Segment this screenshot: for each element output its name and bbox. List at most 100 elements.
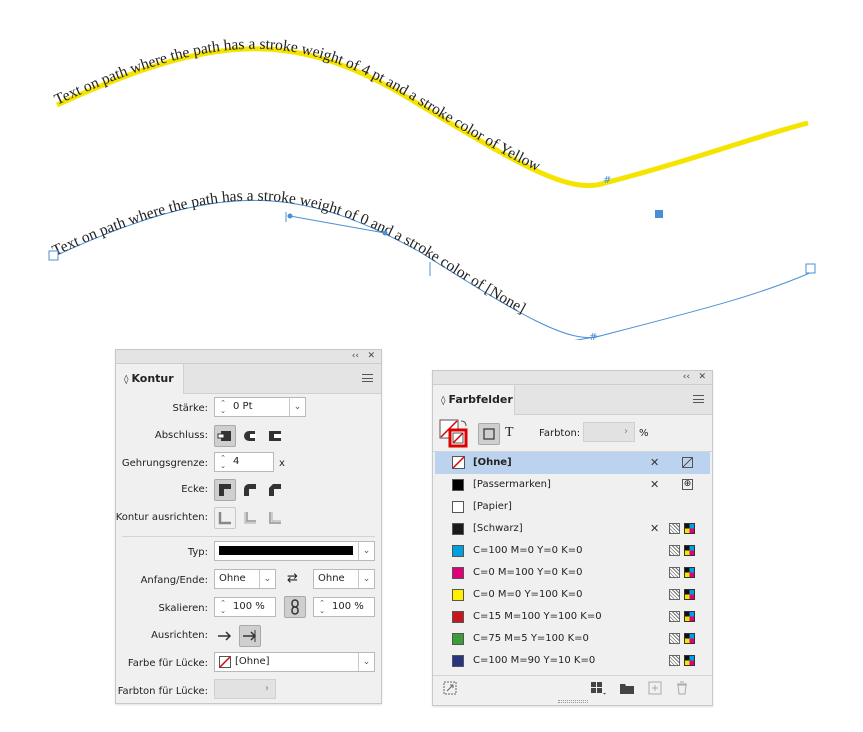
close-panel-button[interactable]: ✕ [698, 371, 706, 384]
place-tip-button[interactable] [239, 625, 261, 647]
tint-unit: % [639, 428, 649, 439]
trash-icon[interactable] [675, 681, 689, 695]
gap-color-dropdown[interactable]: [Ohne] ⌄ [214, 652, 375, 672]
swatch-color-chip [452, 567, 464, 579]
collapse-panel-button[interactable]: ‹‹ [352, 350, 359, 363]
butt-cap-button[interactable] [214, 425, 236, 447]
fill-stroke-proxy-icon[interactable] [439, 419, 471, 449]
process-color-icon [669, 611, 680, 622]
chevron-right-icon[interactable]: › [624, 423, 628, 441]
swatch-row[interactable]: [Passermarken] ✕ ⊕ [435, 474, 710, 496]
swatch-row[interactable]: C=75 M=5 Y=100 K=0 [435, 628, 710, 650]
align-center-button[interactable] [214, 507, 236, 529]
end-scale-field[interactable]: ⌃ ⌄ 100 % [313, 597, 375, 617]
center-point-handle[interactable] [655, 210, 663, 218]
align-inside-button[interactable] [239, 507, 261, 529]
swatch-row[interactable]: [Schwarz] ✕ [435, 518, 710, 540]
swatch-color-chip [452, 633, 464, 645]
swatch-name: C=0 M=0 Y=100 K=0 [473, 589, 583, 600]
swatch-name: C=75 M=5 Y=100 K=0 [473, 633, 589, 644]
swap-arrows-icon[interactable]: ⇄ [287, 571, 298, 586]
kontur-panel-topbar[interactable]: ‹‹ ✕ [116, 350, 381, 364]
start-type-value: Ohne [219, 573, 246, 584]
panel-menu-icon[interactable] [362, 374, 373, 382]
swatch-row[interactable]: C=15 M=100 Y=100 K=0 [435, 606, 710, 628]
non-editable-icon: ✕ [650, 522, 660, 535]
swatch-view-icon[interactable] [590, 681, 608, 695]
cmyk-mode-icon [684, 655, 695, 666]
apply-to-container-button[interactable] [478, 423, 500, 445]
stepper-icon[interactable]: ⌃ ⌄ [217, 399, 229, 415]
chevron-down-icon[interactable]: ⌄ [358, 542, 374, 560]
bevel-join-button[interactable] [264, 479, 286, 501]
path1-overset-icon: # [603, 175, 611, 186]
new-swatch-icon[interactable] [648, 681, 662, 695]
staerke-field[interactable]: ⌃ ⌄ 0 Pt ⌄ [214, 397, 306, 417]
farbfelder-tab-row: ◊ Farbfelder [433, 385, 712, 415]
gap-color-value: [Ohne] [235, 656, 270, 667]
cmyk-mode-icon [684, 567, 695, 578]
chevron-down-icon[interactable]: ⌄ [358, 570, 374, 588]
cmyk-mode-icon [684, 589, 695, 600]
close-panel-button[interactable]: ✕ [367, 350, 375, 363]
tab-farbfelder[interactable]: ◊ Farbfelder [433, 385, 515, 415]
yellow-stroke-path[interactable] [57, 49, 808, 186]
path1-text[interactable]: Text on path where the path has a stroke… [52, 36, 544, 176]
round-cap-button[interactable] [239, 425, 261, 447]
link-scale-button[interactable] [284, 596, 306, 618]
farbe-luecke-label: Farbe für Lücke: [127, 658, 208, 669]
tab-kontur[interactable]: ◊ Kontur [116, 364, 184, 394]
swatch-row[interactable]: C=100 M=90 Y=10 K=0 [435, 650, 710, 672]
skalieren-label: Skalieren: [158, 603, 208, 614]
chevron-down-icon[interactable]: ⌄ [358, 653, 374, 671]
swatch-row[interactable]: [Ohne] ✕ [435, 452, 710, 474]
apply-to-text-button[interactable]: T [505, 425, 514, 441]
round-cap-icon [244, 431, 256, 441]
collapse-panel-button[interactable]: ‹‹ [683, 371, 690, 384]
solid-line-preview [219, 546, 353, 555]
non-editable-icon: ✕ [650, 456, 660, 469]
swatch-row[interactable]: [Papier] [435, 496, 710, 518]
gehrung-field[interactable]: ⌃ ⌄ 4 [214, 452, 274, 472]
stepper-icon[interactable]: ⌃ ⌄ [217, 454, 229, 470]
align-outside-button[interactable] [264, 507, 286, 529]
show-swatches-icon[interactable] [443, 681, 457, 695]
new-folder-icon[interactable] [619, 681, 635, 695]
typ-dropdown[interactable]: ⌄ [214, 541, 375, 561]
swatch-row[interactable]: C=0 M=100 Y=0 K=0 [435, 562, 710, 584]
chevron-right-icon[interactable]: › [265, 680, 269, 698]
farbton-label: Farbton: [539, 428, 581, 439]
extend-tip-button[interactable] [214, 625, 236, 647]
tint-field[interactable]: › [583, 422, 635, 442]
miter-join-button[interactable] [214, 479, 236, 501]
start-scale-field[interactable]: ⌃ ⌄ 100 % [214, 597, 276, 617]
path2-text[interactable]: Text on path where the path has a stroke… [50, 187, 529, 317]
round-join-icon [244, 484, 256, 496]
start-type-dropdown[interactable]: Ohne ⌄ [214, 569, 276, 589]
stepper-icon[interactable]: ⌃ ⌄ [217, 599, 229, 615]
stepper-icon[interactable]: ⌃ ⌄ [316, 599, 328, 615]
end-type-dropdown[interactable]: Ohne ⌄ [313, 569, 375, 589]
selection-handles[interactable] [48, 212, 816, 340]
miter-join-icon [219, 484, 231, 496]
document-canvas[interactable]: Text on path where the path has a stroke… [0, 0, 863, 340]
cmyk-mode-icon [684, 523, 695, 534]
swatch-color-chip [452, 479, 464, 491]
swatch-row[interactable]: C=0 M=0 Y=100 K=0 [435, 584, 710, 606]
gap-tint-field[interactable]: › [214, 679, 276, 699]
swatch-name: C=15 M=100 Y=100 K=0 [473, 611, 602, 622]
arrow-extend-icon [218, 631, 232, 641]
staerke-value: 0 Pt [233, 401, 253, 412]
ausrichten-label: Ausrichten: [151, 630, 208, 641]
round-join-button[interactable] [239, 479, 261, 501]
panel-menu-icon[interactable] [693, 395, 704, 403]
chevron-down-icon[interactable]: ⌄ [289, 398, 305, 416]
swatch-row[interactable]: C=100 M=0 Y=0 K=0 [435, 540, 710, 562]
selected-path[interactable] [54, 199, 813, 339]
projecting-cap-button[interactable] [264, 425, 286, 447]
swatch-color-chip [452, 501, 464, 513]
resize-grip[interactable] [558, 700, 588, 703]
chevron-down-icon[interactable]: ⌄ [259, 570, 275, 588]
farbfelder-panel-topbar[interactable]: ‹‹ ✕ [433, 371, 712, 385]
registration-color-mode-icon: ⊕ [682, 479, 693, 490]
